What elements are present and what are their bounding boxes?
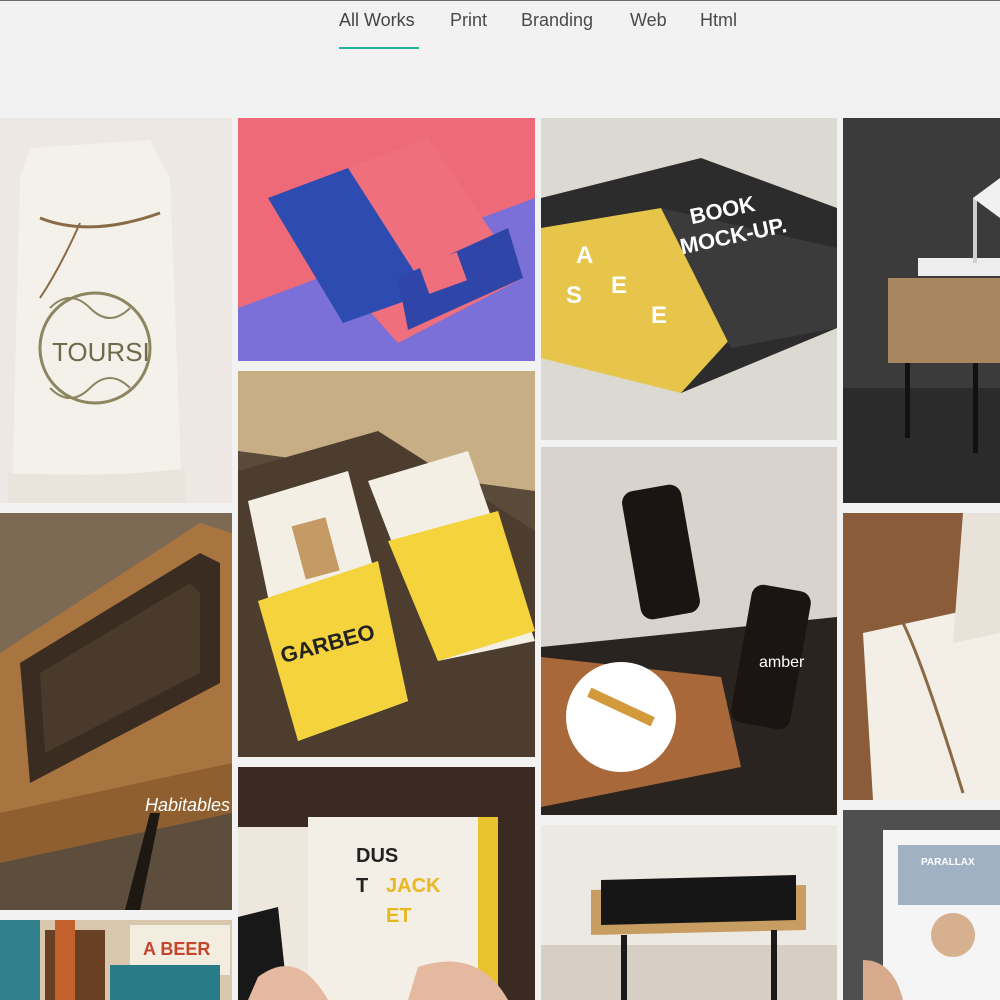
bag-brand-text: TOURSI [52,337,150,367]
dust-jacket-text-1: DUS [356,845,398,867]
book-letter-4: E [651,302,667,329]
beer-text: A BEER [143,939,210,959]
portfolio-item-toursi-bag[interactable]: TOURSI [0,118,232,503]
portfolio-item-beer-branding[interactable]: A BEER [0,920,232,1000]
portfolio-item-stool[interactable] [541,825,837,1000]
parallax-text: PARALLAX [921,857,975,868]
portfolio-item-parallax-tablet[interactable]: PARALLAX [843,810,1000,1000]
amber-text: amber [759,654,805,671]
portfolio-grid: TOURSI Habitables A BEER GARBEO DUS T JA… [0,0,1000,1000]
dust-jacket-text-4: ET [386,905,412,927]
portfolio-item-amber-bottles[interactable]: amber [541,447,837,815]
book-letter-3: E [611,272,627,299]
portfolio-item-dust-jacket[interactable]: DUS T JACK ET [238,767,535,1000]
portfolio-item-garbeo-bags[interactable]: GARBEO [238,371,535,757]
book-letter-1: A [576,242,593,269]
portfolio-item-bag-closeup[interactable] [843,513,1000,800]
book-letter-2: S [566,282,582,309]
portfolio-item-book-mockup[interactable]: BOOK MOCK-UP. A S E E [541,118,837,440]
habitables-logo-text: Habitables [145,795,230,815]
portfolio-item-side-table[interactable] [843,118,1000,503]
portfolio-item-habitables-table[interactable]: Habitables [0,513,232,910]
portfolio-item-cover-book[interactable] [238,118,535,361]
dust-jacket-text-2: T [356,875,368,897]
dust-jacket-text-3: JACK [386,875,441,897]
